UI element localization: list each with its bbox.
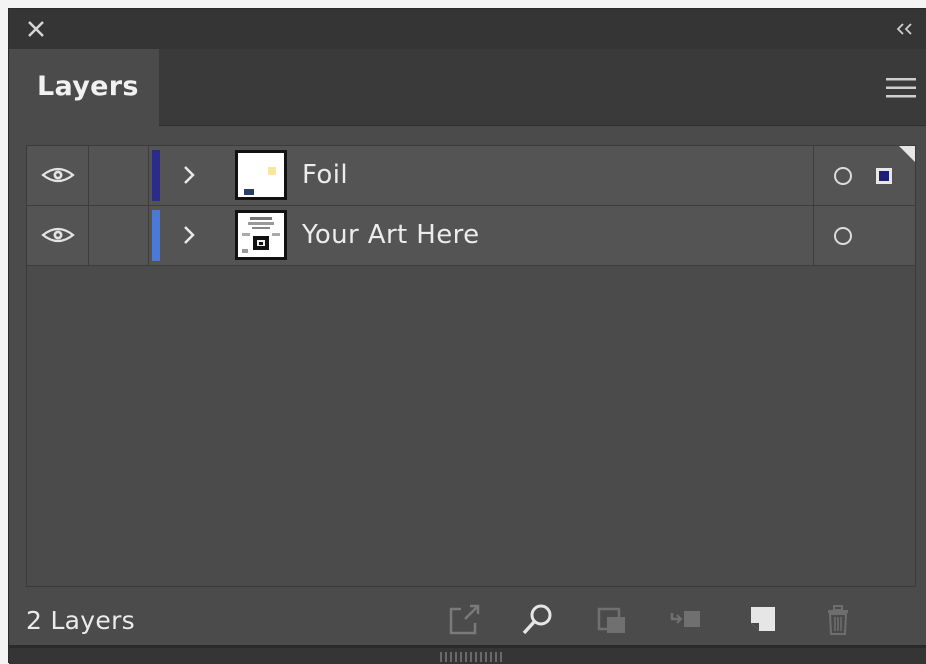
layers-list: Foil Your Art Here xyxy=(26,145,916,587)
lock-toggle[interactable] xyxy=(89,206,149,265)
double-chevron-icon[interactable] xyxy=(894,21,916,37)
target-circle-icon[interactable] xyxy=(834,227,852,245)
layer-color-swatch xyxy=(152,210,160,261)
new-layer-icon[interactable] xyxy=(743,601,783,639)
panel-footer: 2 Layers xyxy=(9,595,926,645)
panel-tabstrip: Layers xyxy=(9,49,926,126)
corner-triangle-icon xyxy=(899,146,915,162)
panel-resize-strip[interactable] xyxy=(9,645,926,664)
layer-row-your-art-here[interactable]: Your Art Here xyxy=(27,206,915,266)
lock-toggle[interactable] xyxy=(89,146,149,205)
selected-art-indicator[interactable] xyxy=(876,168,892,184)
layer-color-swatch xyxy=(152,150,160,201)
layer-thumbnail xyxy=(235,210,287,260)
hamburger-menu-icon[interactable] xyxy=(886,77,916,99)
layer-name[interactable]: Foil xyxy=(302,160,348,190)
chevron-right-icon[interactable] xyxy=(179,163,199,187)
layer-name[interactable]: Your Art Here xyxy=(302,220,480,250)
layer-count: 2 Layers xyxy=(26,606,135,635)
eye-icon xyxy=(41,167,75,183)
layer-thumbnail xyxy=(235,150,287,200)
layers-panel: Layers Foil Your Art Here 2 Layers xyxy=(8,8,926,664)
tab-label: Layers xyxy=(37,71,139,102)
layer-target-cell[interactable] xyxy=(813,146,915,205)
chevron-right-icon[interactable] xyxy=(179,223,199,247)
panel-titlebar xyxy=(9,9,926,49)
layer-target-cell[interactable] xyxy=(813,206,915,265)
tab-layers[interactable]: Layers xyxy=(9,49,159,126)
clipping-mask-icon[interactable] xyxy=(593,601,633,639)
resize-grip-icon[interactable] xyxy=(440,652,502,662)
target-circle-icon[interactable] xyxy=(834,167,852,185)
eye-icon xyxy=(41,227,75,243)
layer-row-foil[interactable]: Foil xyxy=(27,146,915,206)
visibility-toggle[interactable] xyxy=(27,206,89,265)
trash-icon[interactable] xyxy=(818,601,858,639)
sublayer-icon[interactable] xyxy=(667,601,707,639)
search-icon[interactable] xyxy=(518,601,558,639)
visibility-toggle[interactable] xyxy=(27,146,89,205)
close-icon[interactable] xyxy=(25,18,47,40)
export-icon[interactable] xyxy=(445,601,485,639)
